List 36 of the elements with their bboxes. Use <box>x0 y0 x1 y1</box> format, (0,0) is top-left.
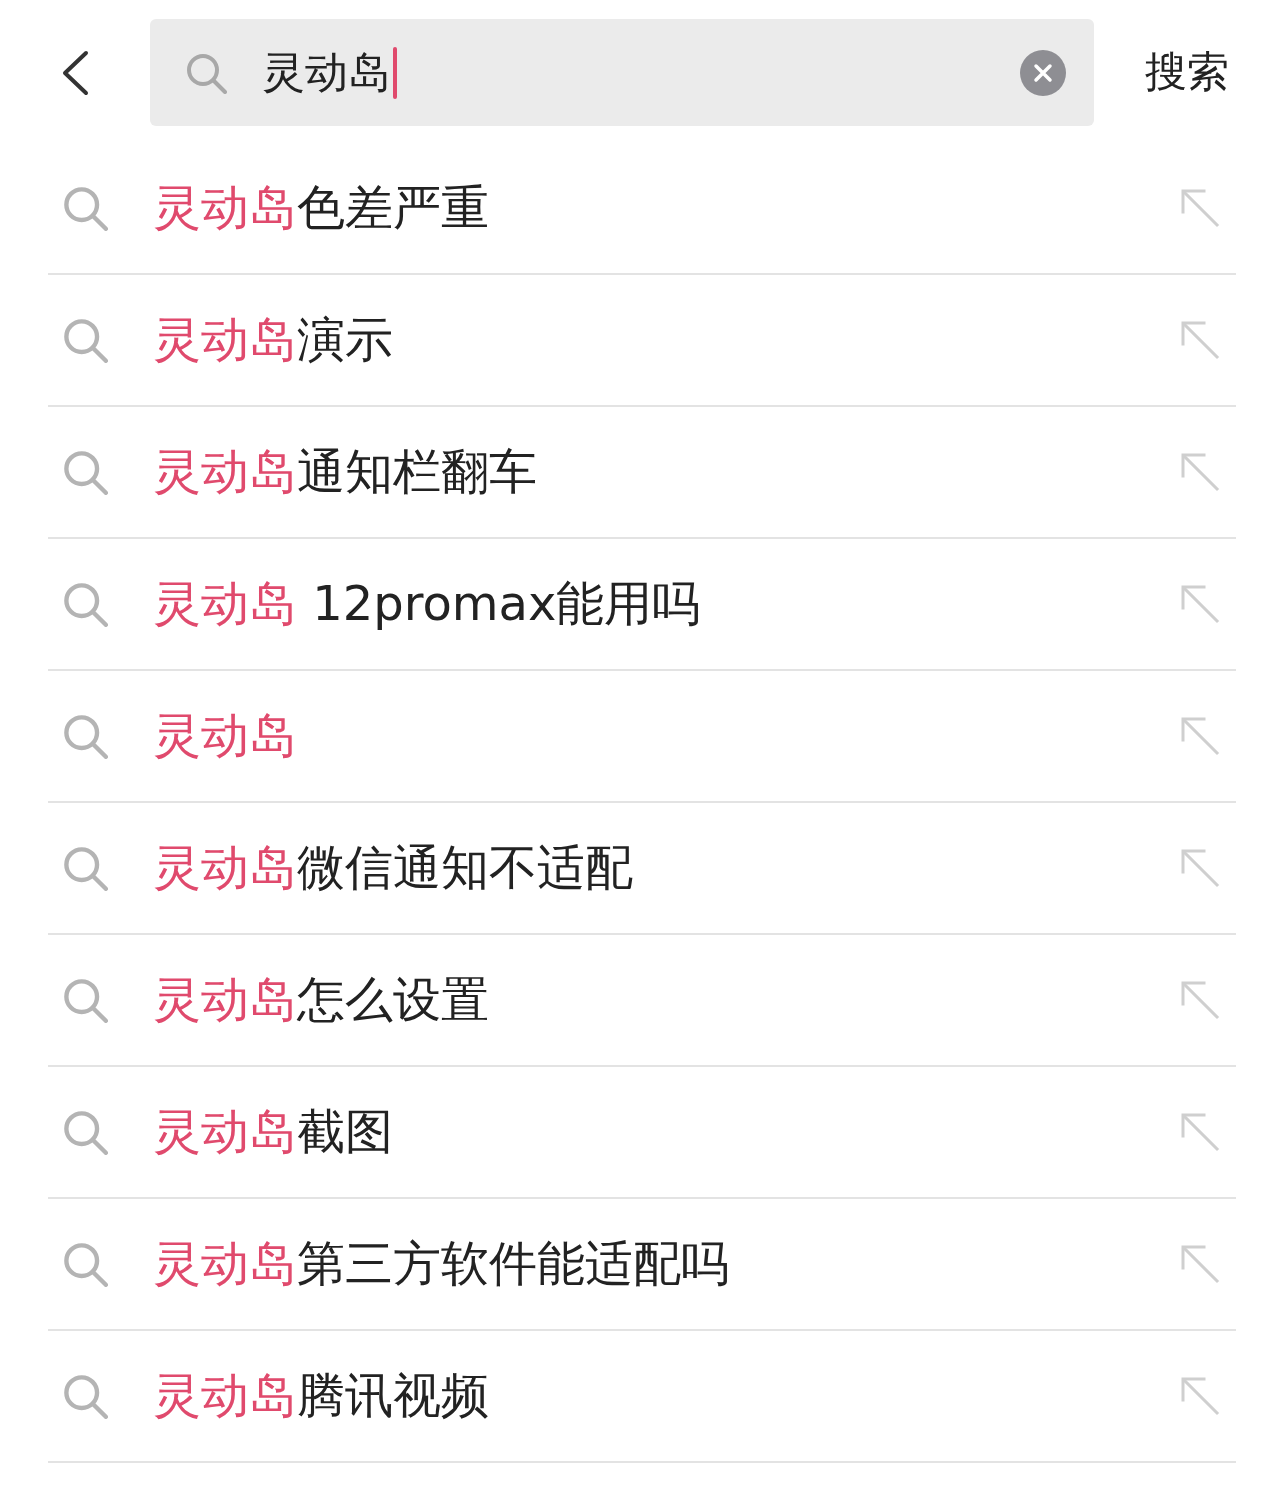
arrow-up-left-icon[interactable] <box>1180 1376 1220 1416</box>
suggestion-text[interactable]: 灵动岛微信通知不适配 <box>153 839 633 897</box>
arrow-up-left-icon[interactable] <box>1180 1244 1220 1284</box>
suggestion-text[interactable]: 灵动岛 12promax能用吗 <box>153 575 701 633</box>
suggestion-text[interactable]: 灵动岛怎么设置 <box>153 971 489 1029</box>
search-icon <box>62 317 108 363</box>
arrow-up-left-icon[interactable] <box>1180 584 1220 624</box>
search-icon <box>62 1241 108 1287</box>
search-icon <box>185 51 227 94</box>
arrow-up-left-icon[interactable] <box>1180 320 1220 360</box>
search-icon <box>62 581 108 627</box>
suggestion-text[interactable]: 灵动岛截图 <box>153 1103 393 1161</box>
arrow-up-left-icon[interactable] <box>1180 452 1220 492</box>
search-icon <box>62 977 108 1023</box>
search-icon <box>62 845 108 891</box>
arrow-up-left-icon[interactable] <box>1180 188 1220 228</box>
back-icon[interactable] <box>60 49 90 96</box>
search-button[interactable]: 搜索 <box>1145 47 1229 98</box>
search-icon <box>62 449 108 495</box>
search-field[interactable]: 灵动岛 <box>150 19 1094 126</box>
suggestion-text[interactable]: 灵动岛色差严重 <box>153 179 489 237</box>
suggestion-text[interactable]: 灵动岛演示 <box>153 311 393 369</box>
search-icon <box>62 1109 108 1155</box>
arrow-up-left-icon[interactable] <box>1180 848 1220 888</box>
arrow-up-left-icon[interactable] <box>1180 980 1220 1020</box>
arrow-up-left-icon[interactable] <box>1180 716 1220 756</box>
suggestion-text[interactable]: 灵动岛 <box>153 707 297 765</box>
suggestion-text[interactable]: 灵动岛腾讯视频 <box>153 1367 489 1425</box>
search-text: 灵动岛 <box>262 46 391 99</box>
search-icon <box>62 713 108 759</box>
search-icon <box>62 1373 108 1419</box>
search-icon <box>62 185 108 231</box>
suggestion-text[interactable]: 灵动岛第三方软件能适配吗 <box>153 1235 729 1293</box>
arrow-up-left-icon[interactable] <box>1180 1112 1220 1152</box>
suggestion-text[interactable]: 灵动岛通知栏翻车 <box>153 443 537 501</box>
clear-icon[interactable] <box>1020 49 1066 96</box>
